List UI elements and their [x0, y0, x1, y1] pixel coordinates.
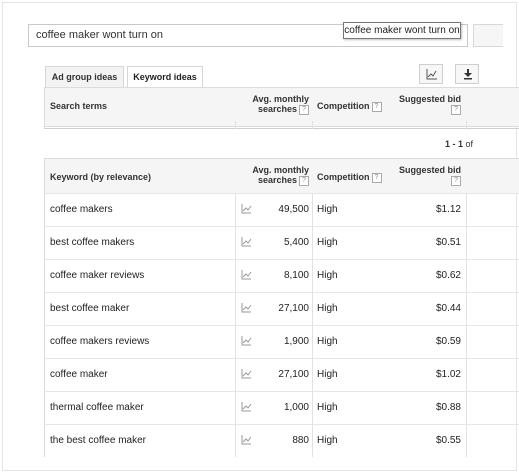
competition-cell: High	[317, 204, 338, 215]
keyword-cell[interactable]: the best coffee maker	[50, 425, 146, 457]
column-divider	[466, 259, 467, 292]
tab-ad-group-ideas[interactable]: Ad group ideas	[45, 66, 124, 88]
keyword-cell[interactable]: coffee maker	[50, 359, 108, 391]
suggested-bid-cell: $0.62	[435, 270, 461, 281]
column-divider	[235, 424, 236, 457]
table-row[interactable]: coffee maker 27,100 High $1.02	[44, 358, 519, 391]
keyword-cell[interactable]: coffee maker reviews	[50, 260, 144, 292]
column-divider	[312, 226, 313, 259]
header-competition[interactable]: Competition?	[317, 172, 382, 183]
header-search-terms[interactable]: Search terms	[50, 101, 107, 111]
keyword-cell[interactable]: best coffee makers	[50, 227, 134, 259]
suggested-bid-cell: $1.02	[435, 369, 461, 380]
competition-cell: High	[317, 435, 338, 446]
help-icon[interactable]: ?	[371, 172, 382, 183]
column-divider	[235, 226, 236, 259]
suggested-bid-cell: $0.44	[435, 303, 461, 314]
column-divider	[312, 325, 313, 358]
table-row[interactable]: thermal coffee maker 1,000 High $0.88	[44, 391, 519, 424]
search-terms-body	[44, 121, 519, 129]
column-divider	[312, 391, 313, 424]
keyword-cell[interactable]: thermal coffee maker	[50, 392, 144, 424]
column-divider	[312, 292, 313, 325]
column-divider	[235, 325, 236, 358]
column-divider	[312, 259, 313, 292]
competition-cell: High	[317, 270, 338, 281]
column-divider	[235, 259, 236, 292]
column-divider	[235, 121, 236, 129]
column-divider	[312, 424, 313, 457]
column-divider	[466, 325, 467, 358]
table-row[interactable]: coffee maker reviews 8,100 High $0.62	[44, 259, 519, 292]
help-icon[interactable]: ?	[451, 104, 461, 115]
avg-monthly-searches-cell: 8,100	[283, 270, 309, 281]
column-divider	[466, 121, 467, 129]
header-avg-monthly-searches[interactable]: Avg. monthly searches?	[245, 94, 309, 115]
competition-cell: High	[317, 303, 338, 314]
keyword-ideas-header: Keyword (by relevance) Avg. monthly sear…	[44, 158, 519, 194]
avg-monthly-searches-cell: 27,100	[278, 303, 309, 314]
header-avg-monthly-searches[interactable]: Avg. monthly searches?	[245, 165, 309, 186]
table-row[interactable]: best coffee makers 5,400 High $0.51	[44, 226, 519, 259]
column-divider	[466, 193, 467, 226]
line-chart-icon	[426, 69, 437, 80]
search-tooltip: coffee maker wont turn on	[343, 22, 461, 39]
pagination: 1 - 1 of	[445, 139, 474, 149]
help-icon[interactable]: ?	[371, 101, 382, 112]
column-divider	[466, 226, 467, 259]
help-icon[interactable]: ?	[451, 175, 461, 186]
suggested-bid-cell: $0.88	[435, 402, 461, 413]
column-divider	[466, 391, 467, 424]
column-divider	[466, 292, 467, 325]
keyword-cell[interactable]: coffee makers	[50, 194, 113, 226]
table-row[interactable]: coffee makers reviews 1,900 High $0.59	[44, 325, 519, 358]
suggested-bid-cell: $1.12	[435, 204, 461, 215]
header-keyword[interactable]: Keyword (by relevance)	[50, 172, 151, 182]
column-divider	[466, 358, 467, 391]
help-icon[interactable]: ?	[299, 104, 309, 115]
suggested-bid-cell: $0.51	[435, 237, 461, 248]
avg-monthly-searches-cell: 1,900	[283, 336, 309, 347]
avg-monthly-searches-cell: 880	[292, 435, 309, 446]
column-divider	[312, 193, 313, 226]
tabs-bar: Ad group ideas Keyword ideas	[44, 63, 519, 89]
avg-monthly-searches-cell: 49,500	[278, 204, 309, 215]
table-row[interactable]: best coffee maker 27,100 High $0.44	[44, 292, 519, 325]
download-button[interactable]	[455, 64, 479, 84]
tab-keyword-ideas[interactable]: Keyword ideas	[127, 66, 203, 89]
suggested-bid-cell: $0.55	[435, 435, 461, 446]
avg-monthly-searches-cell: 1,000	[283, 402, 309, 413]
search-button[interactable]	[473, 24, 503, 47]
competition-cell: High	[317, 336, 338, 347]
table-row[interactable]: coffee makers 49,500 High $1.12	[44, 193, 519, 226]
column-divider	[466, 424, 467, 457]
keyword-cell[interactable]: best coffee maker	[50, 293, 129, 325]
avg-monthly-searches-cell: 27,100	[278, 369, 309, 380]
column-divider	[235, 358, 236, 391]
help-icon[interactable]: ?	[299, 175, 309, 186]
competition-cell: High	[317, 369, 338, 380]
header-competition[interactable]: Competition?	[317, 101, 382, 112]
chart-toggle-button[interactable]	[419, 64, 443, 84]
header-suggested-bid[interactable]: Suggested bid ?	[395, 94, 461, 115]
column-divider	[312, 358, 313, 391]
avg-monthly-searches-cell: 5,400	[283, 237, 309, 248]
download-icon	[464, 69, 472, 80]
suggested-bid-cell: $0.59	[435, 336, 461, 347]
header-suggested-bid[interactable]: Suggested bid ?	[395, 165, 461, 186]
table-row[interactable]: the best coffee maker 880 High $0.55	[44, 424, 519, 457]
column-divider	[235, 391, 236, 424]
column-divider	[312, 121, 313, 129]
column-divider	[235, 292, 236, 325]
competition-cell: High	[317, 237, 338, 248]
column-divider	[235, 193, 236, 226]
keyword-cell[interactable]: coffee makers reviews	[50, 326, 149, 358]
competition-cell: High	[317, 402, 338, 413]
